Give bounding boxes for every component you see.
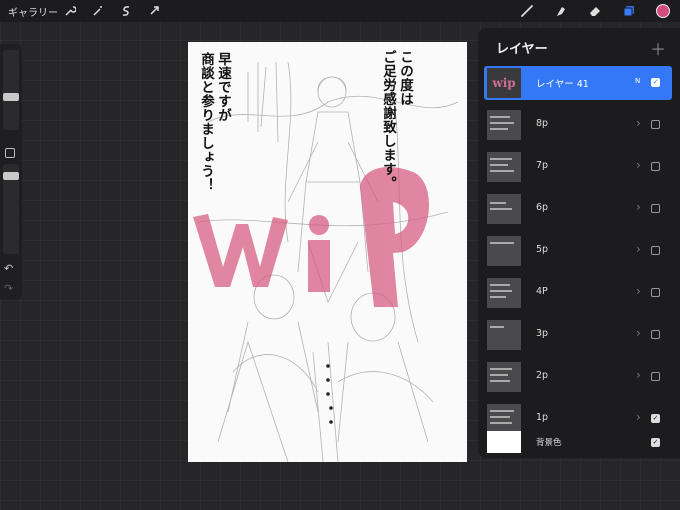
visibility-checkbox[interactable] [651,120,660,129]
layer-name: 2p [536,370,549,381]
top-toolbar: ギャラリー [0,0,680,22]
layer-name: 7p [536,160,549,171]
layers-panel: レイヤー ＋ wip レイヤー 41 N ✓ 8p › 7p › 6p › 5p… [478,28,680,458]
speech-text-right-1: この度は [397,50,413,106]
layer-group-7p[interactable]: 7p › [484,150,672,184]
layer-name: 8p [536,118,549,129]
layer-thumbnail [487,431,521,453]
redo-icon[interactable]: ↷ [4,282,13,295]
layer-group-5p[interactable]: 5p › [484,234,672,268]
add-layer-icon[interactable]: ＋ [650,36,666,60]
chevron-right-icon[interactable]: › [636,116,641,130]
layer-thumbnail [487,362,521,392]
visibility-checkbox[interactable]: ✓ [651,438,660,447]
layers-icon[interactable] [612,0,646,22]
undo-icon[interactable]: ↶ [4,262,13,275]
layer-thumbnail [487,110,521,140]
layer-name: 背景色 [536,438,562,448]
left-sidebar: ↶ ↷ [0,44,22,300]
layer-row-41[interactable]: wip レイヤー 41 N ✓ [484,66,672,100]
chevron-right-icon[interactable]: › [636,284,641,298]
visibility-checkbox[interactable] [651,246,660,255]
layer-group-6p[interactable]: 6p › [484,192,672,226]
smudge-icon[interactable] [544,0,578,22]
layer-group-8p[interactable]: 8p › [484,108,672,142]
layer-thumbnail [487,320,521,350]
layer-name: 5p [536,244,549,255]
speech-text-left-1: 早速ですが [215,52,231,122]
eraser-icon[interactable] [578,0,612,22]
layer-thumbnail [487,278,521,308]
layer-group-3p[interactable]: 3p › [484,318,672,352]
visibility-checkbox[interactable]: ✓ [651,414,660,423]
visibility-checkbox[interactable] [651,204,660,213]
layer-name: 6p [536,202,549,213]
transform-icon[interactable] [140,0,168,22]
current-color-swatch [656,4,670,18]
layer-thumbnail: wip [487,68,521,98]
wrench-icon[interactable] [56,0,84,22]
layer-name: 3p [536,328,549,339]
visibility-checkbox[interactable]: ✓ [651,78,660,87]
chevron-right-icon[interactable]: › [636,242,641,256]
opacity-slider[interactable] [3,164,19,254]
layer-group-4p[interactable]: 4P › [484,276,672,310]
blend-mode-button[interactable]: N [635,77,640,85]
speech-text-right-2: ご足労感謝致します。 [380,50,396,190]
chevron-right-icon[interactable]: › [636,368,641,382]
chevron-right-icon[interactable]: › [636,200,641,214]
visibility-checkbox[interactable] [651,162,660,171]
brush-size-slider[interactable] [3,50,19,130]
layers-panel-title: レイヤー [496,42,548,57]
layer-name: レイヤー 41 [536,79,589,90]
visibility-checkbox[interactable] [651,288,660,297]
brush-icon[interactable] [510,0,544,22]
opacity-thumb[interactable] [3,172,19,180]
visibility-checkbox[interactable] [651,330,660,339]
gallery-button[interactable]: ギャラリー [0,4,58,19]
layer-thumbnail [487,152,521,182]
chevron-right-icon[interactable]: › [636,158,641,172]
magic-wand-icon[interactable] [84,0,112,22]
layer-name: 1p [536,412,549,423]
layer-group-2p[interactable]: 2p › [484,360,672,394]
layer-name: 4P [536,286,548,297]
layer-background-color[interactable]: 背景色 ✓ [484,428,672,458]
layers-panel-header: レイヤー ＋ [478,28,680,64]
chevron-right-icon[interactable]: › [636,326,641,340]
layer-thumbnail [487,194,521,224]
visibility-checkbox[interactable] [651,372,660,381]
speech-text-left-2: 商談と参りましょう！ [198,52,214,192]
modify-button[interactable] [5,148,15,158]
color-picker-button[interactable] [646,0,680,22]
drawing-canvas[interactable]: この度は ご足労感謝致します。 早速ですが 商談と参りましょう！ [188,42,467,462]
brush-size-thumb[interactable] [3,93,19,101]
layer-thumbnail [487,236,521,266]
selection-icon[interactable] [112,0,140,22]
chevron-right-icon[interactable]: › [636,410,641,424]
